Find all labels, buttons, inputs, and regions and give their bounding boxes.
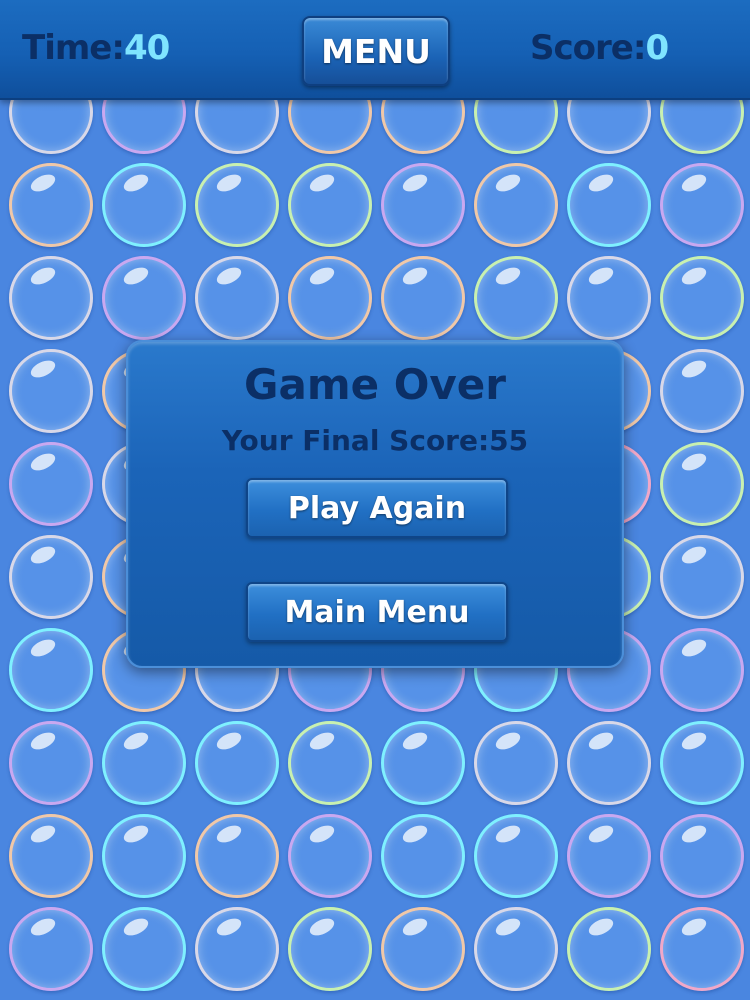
- main-menu-button[interactable]: Main Menu: [246, 582, 508, 642]
- bubble[interactable]: [288, 256, 372, 340]
- bubble[interactable]: [195, 721, 279, 805]
- bubble[interactable]: [474, 721, 558, 805]
- bubble[interactable]: [567, 907, 651, 991]
- bubble[interactable]: [660, 349, 744, 433]
- bubble[interactable]: [102, 256, 186, 340]
- play-again-button[interactable]: Play Again: [246, 478, 508, 538]
- final-score: Your Final Score:55: [128, 424, 622, 457]
- bubble[interactable]: [288, 721, 372, 805]
- score-value: 0: [645, 28, 669, 68]
- bubble[interactable]: [381, 163, 465, 247]
- top-bar: Time:40 MENU Score:0: [0, 0, 750, 100]
- score-label: Score:: [530, 28, 646, 68]
- bubble[interactable]: [474, 814, 558, 898]
- bubble[interactable]: [9, 442, 93, 526]
- bubble[interactable]: [102, 721, 186, 805]
- bubble[interactable]: [9, 907, 93, 991]
- bubble[interactable]: [288, 163, 372, 247]
- bubble[interactable]: [195, 907, 279, 991]
- bubble[interactable]: [102, 163, 186, 247]
- bubble[interactable]: [9, 628, 93, 712]
- time-display: Time:40: [22, 28, 170, 68]
- bubble[interactable]: [381, 907, 465, 991]
- bubble[interactable]: [660, 721, 744, 805]
- bubble[interactable]: [660, 907, 744, 991]
- bubble[interactable]: [102, 814, 186, 898]
- bubble[interactable]: [474, 163, 558, 247]
- bubble[interactable]: [474, 907, 558, 991]
- bubble[interactable]: [195, 256, 279, 340]
- bubble[interactable]: [102, 907, 186, 991]
- bubble[interactable]: [660, 814, 744, 898]
- bubble[interactable]: [567, 256, 651, 340]
- time-value: 40: [123, 28, 170, 68]
- time-label: Time:: [22, 28, 125, 68]
- bubble[interactable]: [9, 721, 93, 805]
- bubble[interactable]: [660, 535, 744, 619]
- bubble[interactable]: [567, 814, 651, 898]
- bubble[interactable]: [567, 721, 651, 805]
- bubble[interactable]: [660, 163, 744, 247]
- bubble[interactable]: [9, 256, 93, 340]
- bubble[interactable]: [381, 814, 465, 898]
- bubble[interactable]: [9, 349, 93, 433]
- bubble[interactable]: [660, 256, 744, 340]
- bubble[interactable]: [288, 814, 372, 898]
- bubble[interactable]: [474, 256, 558, 340]
- score-display: Score:0: [530, 28, 669, 68]
- game-over-dialog: Game Over Your Final Score:55 Play Again…: [126, 340, 624, 668]
- bubble[interactable]: [660, 442, 744, 526]
- bubble[interactable]: [567, 163, 651, 247]
- bubble[interactable]: [9, 163, 93, 247]
- dialog-title: Game Over: [244, 360, 506, 409]
- bubble[interactable]: [195, 163, 279, 247]
- final-score-label: Your Final Score:: [221, 424, 490, 457]
- bubble[interactable]: [9, 814, 93, 898]
- bubble[interactable]: [288, 907, 372, 991]
- menu-button[interactable]: MENU: [302, 16, 450, 86]
- bubble[interactable]: [660, 628, 744, 712]
- bubble[interactable]: [9, 535, 93, 619]
- bubble[interactable]: [381, 721, 465, 805]
- bubble[interactable]: [195, 814, 279, 898]
- final-score-value: 55: [489, 424, 529, 457]
- bubble[interactable]: [381, 256, 465, 340]
